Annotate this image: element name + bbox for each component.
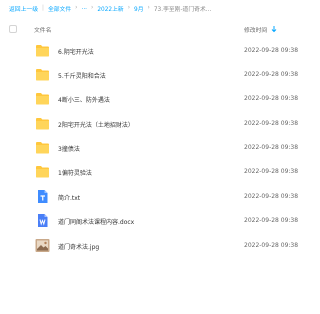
select-all-checkbox[interactable] xyxy=(9,25,17,33)
separator: | xyxy=(42,5,44,11)
file-name[interactable]: 6.阴宅开光法 xyxy=(58,47,94,56)
file-row[interactable]: 5.千斤灵阳和合法 2022-09-28 09:38 xyxy=(0,64,310,88)
file-row[interactable]: 道门同阁术法课程内容.docx 2022-09-28 09:38 xyxy=(0,210,310,234)
file-row[interactable]: 3撞债法 2022-09-28 09:38 xyxy=(0,137,310,161)
file-time: 2022-09-28 09:38 xyxy=(244,120,299,127)
sort-down-icon[interactable] xyxy=(270,25,278,33)
folder-icon xyxy=(35,164,50,179)
list-header: 文件名 修改时间 xyxy=(0,22,310,36)
txt-file-icon xyxy=(35,189,50,204)
file-row[interactable]: 4断小三、防外遇法 2022-09-28 09:38 xyxy=(0,88,310,112)
file-time: 2022-09-28 09:38 xyxy=(244,168,299,175)
chevron-right-icon: › xyxy=(75,5,78,11)
crumb-ellipsis[interactable]: ... xyxy=(81,5,87,11)
chevron-right-icon: › xyxy=(91,5,94,11)
back-link[interactable]: 返回上一级 xyxy=(9,4,38,13)
file-time: 2022-09-28 09:38 xyxy=(244,95,299,102)
file-name[interactable]: 4断小三、防外遇法 xyxy=(58,95,110,104)
file-time: 2022-09-28 09:38 xyxy=(244,242,299,249)
folder-icon xyxy=(35,43,50,58)
file-time: 2022-09-28 09:38 xyxy=(244,47,299,54)
chevron-right-icon: › xyxy=(147,5,150,11)
chevron-right-icon: › xyxy=(127,5,131,11)
crumb-current: 73.李至刚-道门奇术... xyxy=(153,6,212,13)
docx-file-icon xyxy=(35,213,50,228)
file-row[interactable]: 道门奇术法.jpg 2022-09-28 09:38 xyxy=(0,235,310,259)
folder-icon xyxy=(35,67,50,82)
folder-icon xyxy=(35,91,50,106)
crumb-2022[interactable]: 2022上新 xyxy=(97,4,123,13)
file-row[interactable]: 2阳宅开光法（土地招财法） 2022-09-28 09:38 xyxy=(0,113,310,137)
file-name[interactable]: 3撞债法 xyxy=(58,144,80,153)
crumb-all-files[interactable]: 全部文件 xyxy=(48,4,71,13)
file-name[interactable]: 简介.txt xyxy=(58,193,80,202)
file-row[interactable]: 简介.txt 2022-09-28 09:38 xyxy=(0,186,310,210)
folder-icon xyxy=(35,116,50,131)
file-time: 2022-09-28 09:38 xyxy=(244,217,299,224)
column-header-name[interactable]: 文件名 xyxy=(34,25,51,34)
file-time: 2022-09-28 09:38 xyxy=(244,144,299,151)
folder-icon xyxy=(35,140,50,155)
crumb-september[interactable]: 9月 xyxy=(134,4,144,13)
file-name[interactable]: 2阳宅开光法（土地招财法） xyxy=(58,120,134,129)
file-name[interactable]: 道门同阁术法课程内容.docx xyxy=(58,217,134,226)
file-time: 2022-09-28 09:38 xyxy=(244,193,299,200)
column-header-time[interactable]: 修改时间 xyxy=(244,25,267,34)
file-name[interactable]: 5.千斤灵阳和合法 xyxy=(58,71,106,80)
file-row[interactable]: 1偏符灵验法 2022-09-28 09:38 xyxy=(0,161,310,185)
file-name[interactable]: 道门奇术法.jpg xyxy=(58,242,99,251)
file-row[interactable]: 6.阴宅开光法 2022-09-28 09:38 xyxy=(0,40,310,64)
file-time: 2022-09-28 09:38 xyxy=(244,71,299,78)
image-file-icon xyxy=(35,238,50,253)
file-name[interactable]: 1偏符灵验法 xyxy=(58,168,92,177)
breadcrumb: 返回上一级 | 全部文件 › ... › 2022上新 › 9月 › 73.李至… xyxy=(0,0,310,16)
